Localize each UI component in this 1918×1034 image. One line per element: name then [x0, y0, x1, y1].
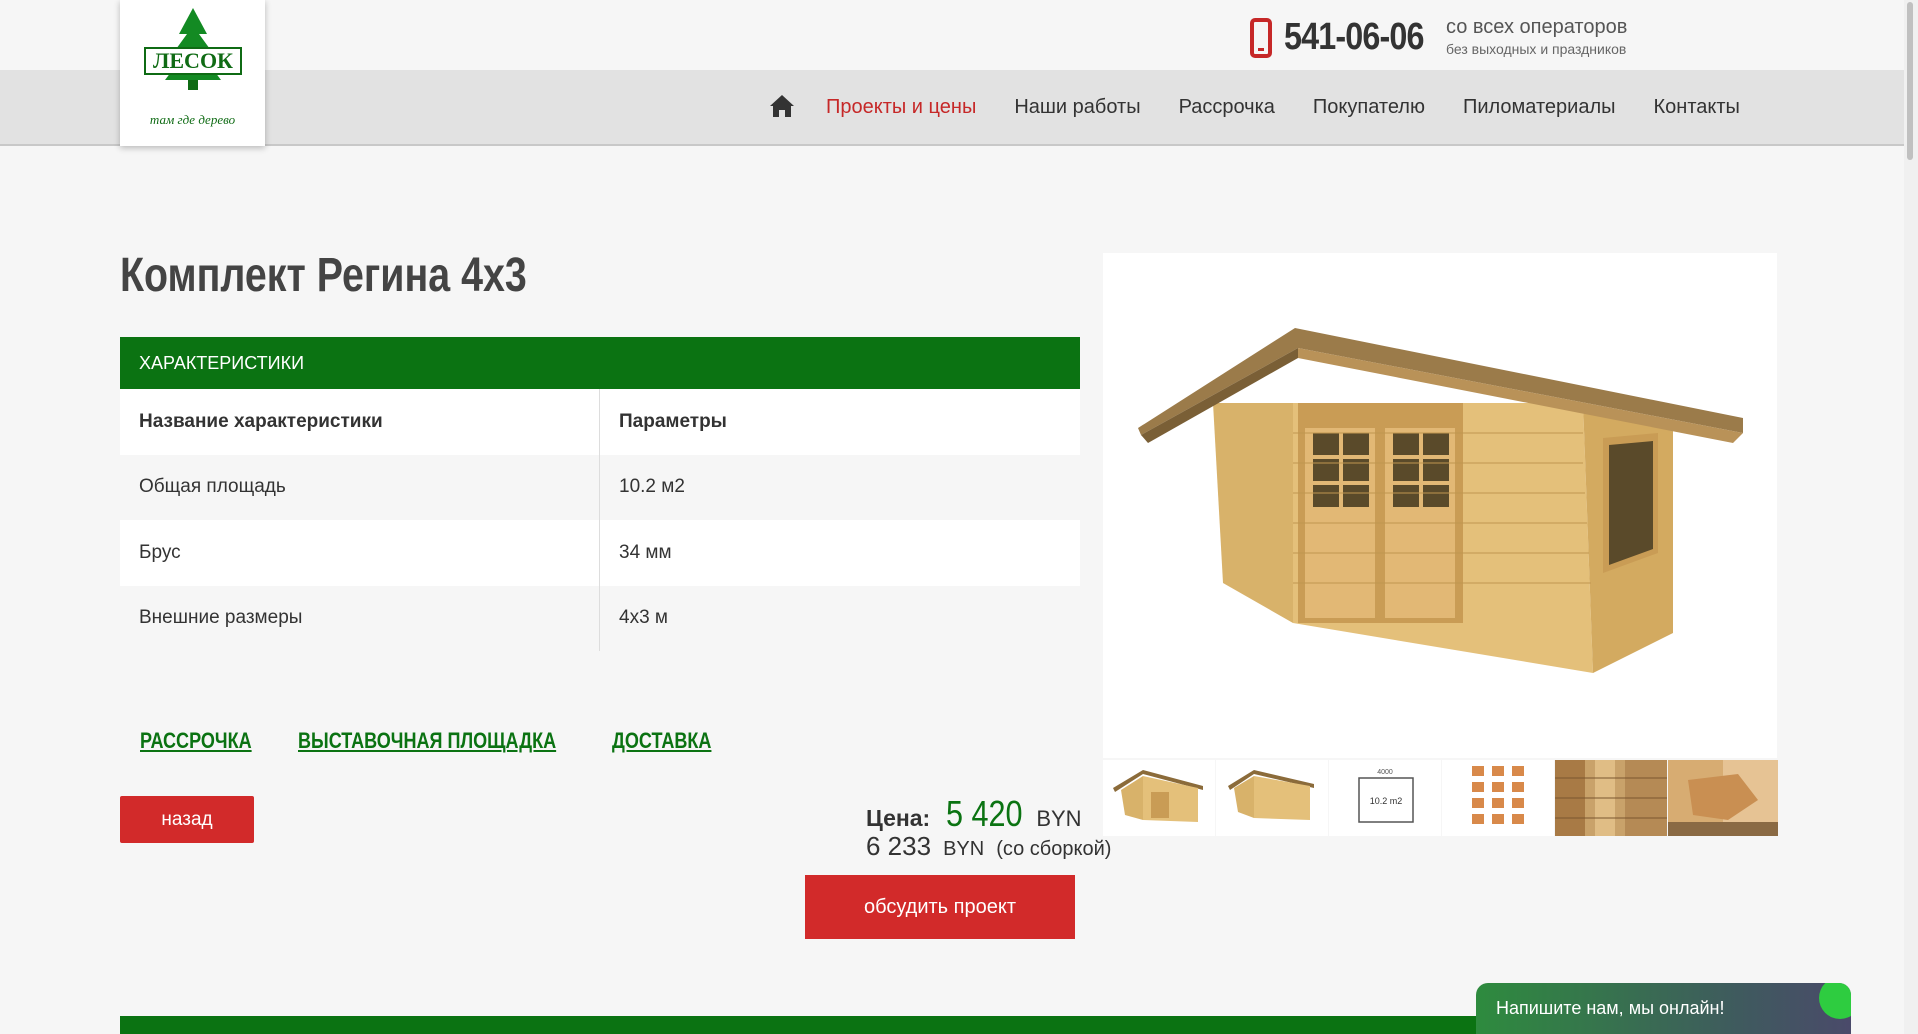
assembled-price-note: (со сборкой)	[996, 838, 1112, 860]
discuss-project-button[interactable]: обсудить проект	[805, 875, 1075, 939]
svg-text:4000: 4000	[1377, 769, 1393, 776]
table-row: Внешние размеры 4х3 м	[120, 585, 1080, 651]
specs-heading: ХАРАКТЕРИСТИКИ	[120, 337, 1080, 389]
assembled-price-value: 6 233	[866, 831, 932, 861]
column-header-value: Параметры	[619, 410, 727, 432]
logo-tagline: там где дерево	[149, 112, 236, 127]
scrollbar-thumb[interactable]	[1907, 2, 1913, 160]
installment-link[interactable]: РАССРОЧКА	[140, 728, 270, 754]
home-icon[interactable]	[769, 94, 795, 118]
thumbnail-logs[interactable]	[1555, 760, 1667, 836]
site-logo[interactable]: ЛЕСОК там где дерево	[120, 0, 265, 146]
back-button[interactable]: назад	[120, 796, 254, 843]
table-header-row: Название характеристики Параметры	[120, 389, 1080, 455]
phone-hours: без выходных и праздников	[1446, 41, 1627, 57]
price-block: Цена: 5 420 BYN 6 233 BYN (со сборкой)	[866, 793, 1111, 862]
delivery-link[interactable]: ДОСТАВКА	[612, 728, 711, 754]
cabin-illustration	[1103, 253, 1777, 758]
main-nav: Проекты и цены Наши работы Рассрочка Пок…	[826, 96, 1778, 119]
thumbnail-joint[interactable]	[1668, 760, 1778, 836]
phone-subtitle: со всех операторов без выходных и праздн…	[1446, 16, 1627, 57]
assembled-price-currency: BYN	[943, 838, 985, 860]
price-currency: BYN	[1036, 806, 1082, 831]
spec-value: 4х3 м	[619, 607, 668, 629]
nav-item-buyer[interactable]: Покупателю	[1313, 96, 1425, 119]
spec-value: 34 мм	[619, 541, 672, 563]
thumbnail-2[interactable]	[1216, 760, 1328, 836]
page-title: Комплект Регина 4х3	[120, 249, 527, 302]
nav-item-projects[interactable]: Проекты и цены	[826, 96, 976, 119]
thumbnail-plan[interactable]: 4000 10.2 m2	[1329, 760, 1441, 836]
thumbnail-1[interactable]	[1103, 760, 1215, 836]
spec-name: Брус	[120, 520, 600, 586]
spec-value: 10.2 м2	[619, 476, 685, 498]
logo-tree-icon: ЛЕСОК	[143, 8, 242, 90]
product-main-image[interactable]	[1103, 253, 1777, 758]
svg-text:10.2 m2: 10.2 m2	[1370, 796, 1403, 806]
table-row: Общая площадь 10.2 м2	[120, 454, 1080, 520]
svg-text:ЛЕСОК: ЛЕСОК	[152, 48, 232, 73]
thumbnail-parts[interactable]	[1442, 760, 1554, 836]
scrollbar[interactable]	[1904, 0, 1918, 1034]
exhibition-link[interactable]: ВЫСТАВОЧНАЯ ПЛОЩАДКА	[298, 728, 556, 754]
phone-number[interactable]: 541-06-06	[1284, 16, 1424, 59]
phone-icon	[1250, 17, 1272, 58]
phone-operators: со всех операторов	[1446, 16, 1628, 38]
table-row: Брус 34 мм	[120, 520, 1080, 586]
price-value: 5 420	[946, 793, 1023, 834]
specs-table: Название характеристики Параметры Общая …	[120, 389, 1080, 651]
nav-item-contacts[interactable]: Контакты	[1654, 96, 1740, 119]
top-bar	[0, 0, 1918, 70]
nav-item-works[interactable]: Наши работы	[1014, 96, 1140, 119]
column-header-name: Название характеристики	[120, 389, 600, 455]
phone-block[interactable]: 541-06-06	[1250, 16, 1448, 59]
nav-item-installment[interactable]: Рассрочка	[1179, 96, 1275, 119]
nav-item-lumber[interactable]: Пиломатериалы	[1463, 96, 1616, 119]
spec-name: Внешние размеры	[120, 585, 600, 651]
thumbnail-strip: 4000 10.2 m2	[1103, 760, 1778, 836]
info-links: РАССРОЧКА ВЫСТАВОЧНАЯ ПЛОЩАДКА ДОСТАВКА	[140, 728, 732, 754]
chat-label: Напишите нам, мы онлайн!	[1496, 998, 1725, 1018]
chat-widget[interactable]: Напишите нам, мы онлайн!	[1476, 983, 1851, 1034]
spec-name: Общая площадь	[120, 454, 600, 520]
chat-status-icon	[1819, 983, 1851, 1019]
price-label: Цена:	[866, 805, 931, 831]
